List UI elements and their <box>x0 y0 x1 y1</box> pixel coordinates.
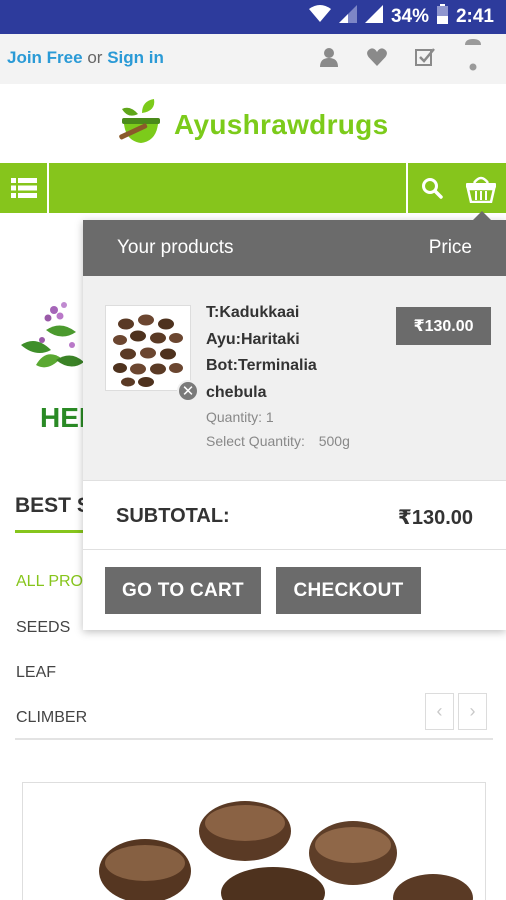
cart-header: Your products Price <box>83 220 506 276</box>
cart-item: ✕ T:Kadukkaai Ayu:Haritaki Bot:Terminali… <box>83 276 506 480</box>
divider <box>15 738 493 740</box>
battery-percent: 34% <box>390 6 429 27</box>
basket-icon <box>466 176 496 203</box>
go-to-cart-button[interactable]: GO TO CART <box>105 567 261 614</box>
cart-dropdown: Your products Price ✕ T:Kadukkaai Ayu:Ha… <box>83 211 506 630</box>
dropdown-caret <box>473 211 491 220</box>
best-sellers-heading: BEST S <box>15 494 91 517</box>
status-bar: 34% 2:41 <box>0 0 506 34</box>
carousel-next-button[interactable]: › <box>458 693 487 730</box>
or-text: or <box>87 48 103 67</box>
profile-dot-icon[interactable] <box>462 39 484 71</box>
product-image <box>99 801 473 900</box>
cart-item-name[interactable]: T:Kadukkaai Ayu:Haritaki Bot:Terminalia … <box>206 300 366 406</box>
chevron-left-icon: ‹ <box>436 701 443 721</box>
cart-item-price: ₹130.00 <box>396 307 491 345</box>
herbs-image <box>16 290 86 380</box>
chevron-right-icon: › <box>469 701 476 721</box>
sign-in-link[interactable]: Sign in <box>107 48 164 67</box>
account-bar: Join Free or Sign in <box>0 34 506 84</box>
cart-button[interactable] <box>456 163 506 213</box>
logo-text: Ayushrawdrugs <box>174 109 389 140</box>
cart-header-price: Price <box>428 237 472 258</box>
signal-icon <box>364 5 383 29</box>
subtotal-row: SUBTOTAL: ₹130.00 <box>83 480 506 550</box>
item-name-line: T:Kadukkaai <box>206 304 300 321</box>
close-icon: ✕ <box>181 383 195 400</box>
mortar-leaf-icon <box>116 98 166 152</box>
cart-item-select-quantity: Select Quantity: 500g <box>206 433 350 449</box>
menu-button[interactable] <box>0 163 49 213</box>
subtotal-label: SUBTOTAL: <box>116 505 230 527</box>
signal-weak-icon <box>338 5 357 29</box>
checkout-button[interactable]: CHECKOUT <box>276 567 421 614</box>
product-card[interactable] <box>22 782 486 900</box>
category-leaf[interactable]: LEAF <box>16 664 56 682</box>
auth-links: Join Free or Sign in <box>7 48 164 68</box>
category-all-products[interactable]: ALL PRO <box>16 573 83 591</box>
site-logo[interactable]: Ayushrawdrugs <box>116 98 389 152</box>
cart-item-thumbnail[interactable] <box>105 305 191 391</box>
subtotal-value: ₹130.00 <box>397 507 473 529</box>
carousel-prev-button[interactable]: ‹ <box>425 693 454 730</box>
cart-item-quantity: Quantity: 1 <box>206 409 274 425</box>
section-title: HEI <box>40 402 87 433</box>
select-quantity-value: 500g <box>318 433 350 449</box>
join-free-link[interactable]: Join Free <box>7 48 83 67</box>
battery-icon <box>436 4 448 30</box>
clock: 2:41 <box>455 6 494 27</box>
item-name-line: chebula <box>206 383 267 401</box>
remove-item-button[interactable]: ✕ <box>177 380 199 402</box>
main-nav <box>0 163 506 213</box>
search-icon <box>422 178 443 199</box>
item-name-line: Ayu:Haritaki <box>206 330 300 348</box>
cart-header-products: Your products <box>117 237 234 258</box>
user-icon[interactable] <box>318 46 340 68</box>
heading-underline <box>15 530 85 533</box>
item-name-line: Bot:Terminalia <box>206 357 317 374</box>
search-button[interactable] <box>406 163 456 213</box>
list-menu-icon <box>10 178 37 198</box>
heart-icon[interactable] <box>366 46 388 68</box>
checkbox-icon[interactable] <box>414 46 436 68</box>
select-quantity-label: Select Quantity: <box>206 433 305 449</box>
category-seeds[interactable]: SEEDS <box>16 619 70 637</box>
wifi-icon <box>308 5 331 29</box>
category-climber[interactable]: CLIMBER <box>16 709 87 727</box>
